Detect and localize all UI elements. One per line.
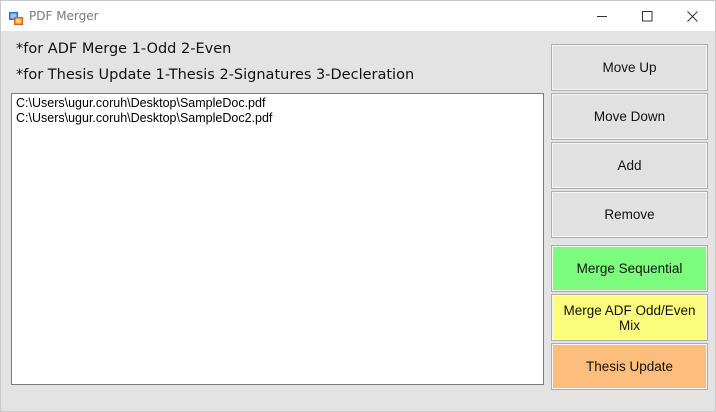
hint-thesis-update: *for Thesis Update 1-Thesis 2-Signatures…: [16, 67, 415, 83]
close-button[interactable]: [669, 1, 715, 31]
maximize-button[interactable]: [624, 1, 670, 31]
file-list[interactable]: C:\Users\ugur.coruh\Desktop\SampleDoc.pd…: [11, 93, 544, 385]
merge-sequential-button[interactable]: Merge Sequential: [551, 245, 708, 292]
title-bar[interactable]: PDF Merger: [1, 1, 715, 31]
merge-adf-odd-even-button[interactable]: Merge ADF Odd/Even Mix: [551, 294, 708, 341]
thesis-update-button[interactable]: Thesis Update: [551, 343, 708, 390]
app-icon: [9, 10, 23, 25]
add-button[interactable]: Add: [551, 142, 708, 189]
file-list-item[interactable]: C:\Users\ugur.coruh\Desktop\SampleDoc2.p…: [16, 111, 539, 126]
main-panel: *for ADF Merge 1-Odd 2-Even *for Thesis …: [1, 31, 715, 411]
hint-adf-merge: *for ADF Merge 1-Odd 2-Even: [16, 41, 232, 57]
window-title: PDF Merger: [29, 9, 99, 23]
move-up-button[interactable]: Move Up: [551, 44, 708, 91]
move-down-button[interactable]: Move Down: [551, 93, 708, 140]
remove-button[interactable]: Remove: [551, 191, 708, 238]
file-list-item[interactable]: C:\Users\ugur.coruh\Desktop\SampleDoc.pd…: [16, 96, 539, 111]
app-window: PDF Merger *for ADF Merge 1-Odd 2-Even *…: [0, 0, 716, 412]
minimize-button[interactable]: [579, 1, 625, 31]
